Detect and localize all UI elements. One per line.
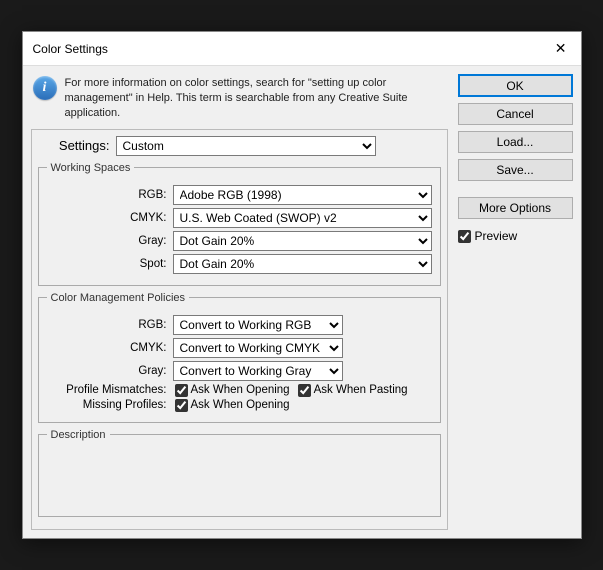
working-spaces-legend: Working Spaces: [47, 162, 135, 174]
settings-select[interactable]: Custom: [116, 136, 376, 156]
missing-open-checkbox[interactable]: Ask When Opening: [175, 399, 290, 412]
preview-label: Preview: [475, 229, 518, 243]
ok-button[interactable]: OK: [458, 74, 573, 97]
mismatch-label: Profile Mismatches:: [47, 384, 167, 396]
policies-legend: Color Management Policies: [47, 292, 190, 304]
description-legend: Description: [47, 429, 110, 441]
description-group: Description: [38, 429, 441, 517]
ws-rgb-select[interactable]: Adobe RGB (1998): [173, 185, 432, 205]
button-column: OK Cancel Load... Save... More Options P…: [458, 74, 573, 530]
info-row: i For more information on color settings…: [31, 74, 448, 129]
ws-gray-select[interactable]: Dot Gain 20%: [173, 231, 432, 251]
load-button[interactable]: Load...: [458, 131, 573, 153]
ws-rgb-label: RGB:: [47, 189, 167, 201]
settings-label: Settings:: [52, 138, 110, 153]
mismatch-open-input[interactable]: [175, 384, 188, 397]
color-settings-dialog: Color Settings ✕ i For more information …: [22, 31, 582, 539]
info-text: For more information on color settings, …: [65, 76, 446, 121]
main-panel: Settings: Custom Working Spaces RGB: Ado…: [31, 129, 448, 530]
dialog-title: Color Settings: [33, 42, 108, 56]
pol-cmyk-label: CMYK:: [47, 342, 167, 354]
preview-checkbox[interactable]: [458, 230, 471, 243]
titlebar: Color Settings ✕: [23, 32, 581, 66]
policies-group: Color Management Policies RGB: Convert t…: [38, 292, 441, 423]
pol-gray-label: Gray:: [47, 365, 167, 377]
missing-open-input[interactable]: [175, 399, 188, 412]
working-spaces-group: Working Spaces RGB: Adobe RGB (1998) CMY…: [38, 162, 441, 286]
mismatch-paste-checkbox[interactable]: Ask When Pasting: [298, 384, 408, 397]
mismatch-open-checkbox[interactable]: Ask When Opening: [175, 384, 290, 397]
close-icon[interactable]: ✕: [551, 40, 571, 57]
missing-label: Missing Profiles:: [47, 399, 167, 411]
more-options-button[interactable]: More Options: [458, 197, 573, 219]
ws-cmyk-select[interactable]: U.S. Web Coated (SWOP) v2: [173, 208, 432, 228]
pol-cmyk-select[interactable]: Convert to Working CMYK: [173, 338, 343, 358]
ws-spot-label: Spot:: [47, 258, 167, 270]
pol-rgb-select[interactable]: Convert to Working RGB: [173, 315, 343, 335]
save-button[interactable]: Save...: [458, 159, 573, 181]
cancel-button[interactable]: Cancel: [458, 103, 573, 125]
info-icon: i: [33, 76, 57, 100]
pol-rgb-label: RGB:: [47, 319, 167, 331]
ws-cmyk-label: CMYK:: [47, 212, 167, 224]
ws-gray-label: Gray:: [47, 235, 167, 247]
pol-gray-select[interactable]: Convert to Working Gray: [173, 361, 343, 381]
mismatch-paste-input[interactable]: [298, 384, 311, 397]
ws-spot-select[interactable]: Dot Gain 20%: [173, 254, 432, 274]
